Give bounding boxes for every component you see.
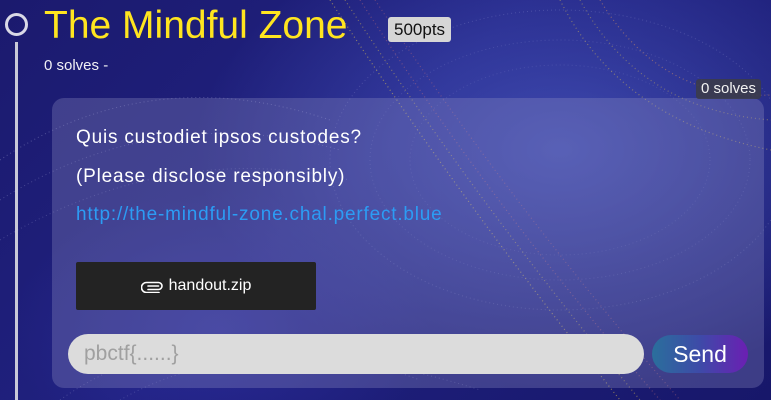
flag-input[interactable] xyxy=(68,334,644,374)
paperclip-icon xyxy=(140,279,165,293)
send-button[interactable]: Send xyxy=(652,335,748,373)
points-badge: 500pts xyxy=(388,17,452,42)
timeline-line xyxy=(15,42,18,400)
handout-download-button[interactable]: handout.zip xyxy=(76,262,316,310)
challenge-url-link[interactable]: http://the-mindful-zone.chal.perfect.blu… xyxy=(76,204,443,226)
solves-badge: 0 solves xyxy=(696,79,762,99)
description-line: Quis custodiet ipsos custodes? xyxy=(76,127,362,148)
description-line: (Please disclose responsibly) xyxy=(76,166,346,187)
challenge-title: The Mindful Zone xyxy=(44,4,348,47)
handout-file-name: handout.zip xyxy=(168,277,252,294)
challenge-meta: 0 solves - xyxy=(44,57,109,74)
timeline-node-icon xyxy=(5,13,28,36)
